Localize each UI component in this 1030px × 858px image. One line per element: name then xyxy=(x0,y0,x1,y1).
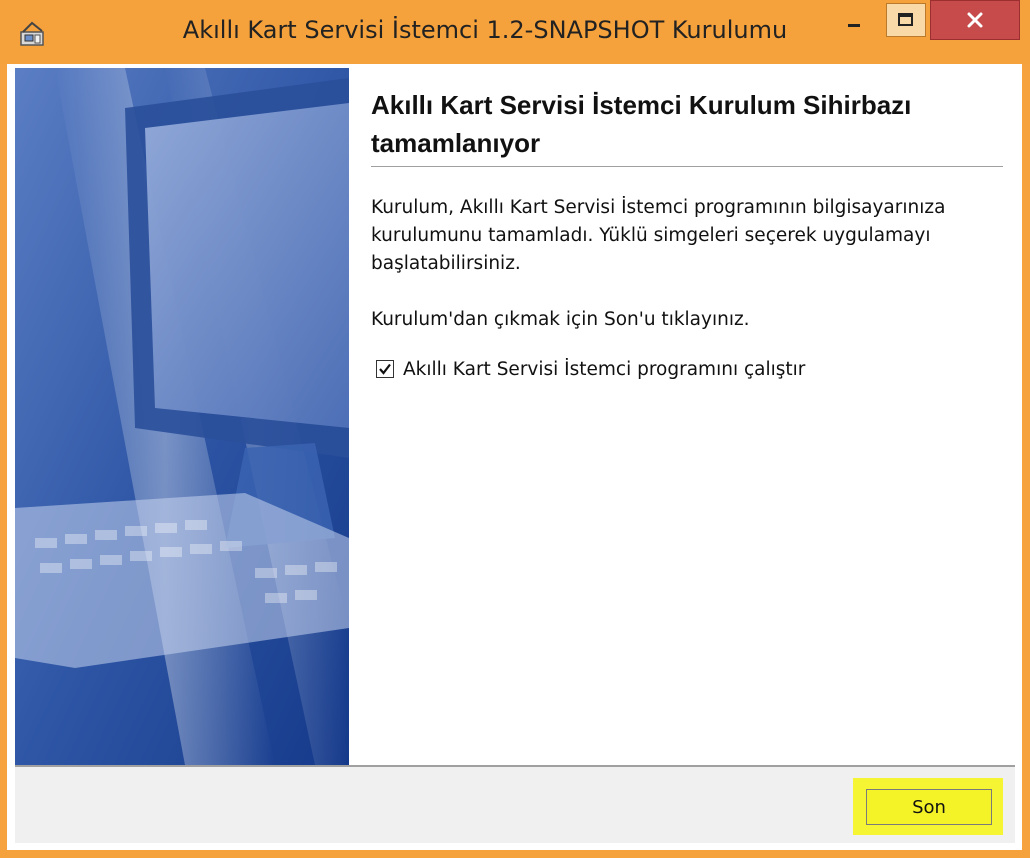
wizard-heading: Akıllı Kart Servisi İstemci Kurulum Sihi… xyxy=(371,90,912,158)
checkmark-icon xyxy=(379,363,391,375)
heading-divider xyxy=(371,166,1003,167)
completion-message: Kurulum, Akıllı Kart Servisi İstemci pro… xyxy=(371,197,946,274)
maximize-button[interactable] xyxy=(884,0,928,40)
exit-instruction: Kurulum'dan çıkmak için Son'u tıklayınız… xyxy=(371,309,750,330)
close-button[interactable] xyxy=(930,0,1020,40)
title-bar[interactable]: Akıllı Kart Servisi İstemci 1.2-SNAPSHOT… xyxy=(0,0,1030,64)
window-bottom-border xyxy=(0,850,1030,858)
minimize-icon xyxy=(848,24,860,27)
wizard-sidebar-image xyxy=(15,68,349,765)
finish-button[interactable]: Son xyxy=(866,789,992,825)
run-program-checkbox[interactable] xyxy=(376,360,394,378)
maximize-button-frame xyxy=(886,3,926,37)
computer-illustration xyxy=(15,68,349,765)
minimize-button[interactable] xyxy=(833,0,877,40)
maximize-icon xyxy=(898,13,913,26)
run-program-checkbox-label[interactable]: Akıllı Kart Servisi İstemci programını ç… xyxy=(403,359,805,380)
close-icon xyxy=(967,12,983,28)
installer-window: Akıllı Kart Servisi İstemci 1.2-SNAPSHOT… xyxy=(0,0,1030,858)
wizard-content-panel: Akıllı Kart Servisi İstemci Kurulum Sihi… xyxy=(350,68,1015,765)
run-program-checkbox-row[interactable]: Akıllı Kart Servisi İstemci programını ç… xyxy=(376,356,805,382)
